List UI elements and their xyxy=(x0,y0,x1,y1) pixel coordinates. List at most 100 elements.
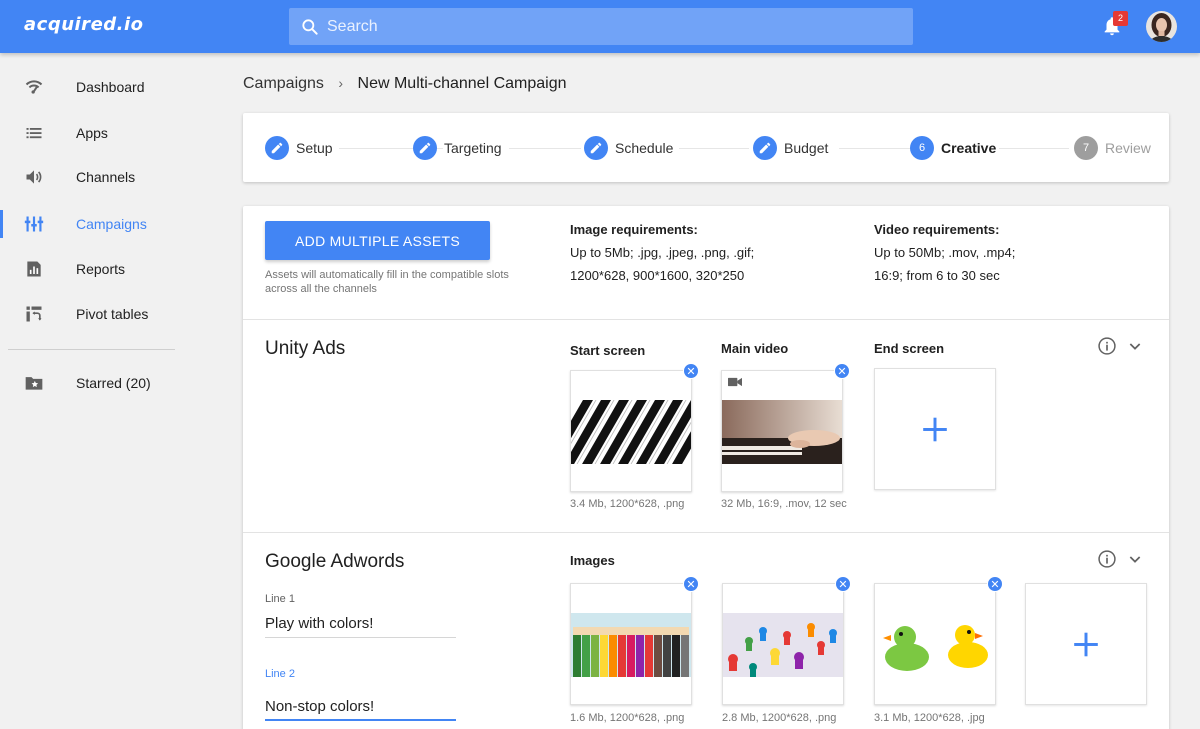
step-label: Budget xyxy=(784,140,829,156)
step-label: Schedule xyxy=(615,140,674,156)
stepper-connector xyxy=(999,148,1069,149)
starred-folder-icon xyxy=(25,377,43,390)
section-divider xyxy=(243,319,1169,320)
image-requirements-line: Up to 5Mb; .jpg, .jpeg, .png, .gif; xyxy=(570,245,755,260)
sidebar-item-label: Starred (20) xyxy=(76,375,151,391)
search-input[interactable] xyxy=(327,8,887,45)
video-requirements-line: 16:9; from 6 to 30 sec xyxy=(874,268,1000,283)
sidebar-item-label: Apps xyxy=(76,125,108,141)
game-pieces-thumbnail xyxy=(723,613,843,677)
sidebar: Dashboard Apps Channels Campaigns Report… xyxy=(0,53,205,729)
assets-hint: Assets will automatically fill in the co… xyxy=(265,269,509,295)
sidebar-item-channels[interactable]: Channels xyxy=(0,157,200,197)
reports-icon xyxy=(27,261,41,277)
plus-icon xyxy=(1074,632,1098,657)
creative-card: ADD MULTIPLE ASSETS Assets will automati… xyxy=(243,206,1169,729)
sidebar-item-label: Campaigns xyxy=(76,216,147,232)
breadcrumb: Campaigns › New Multi-channel Campaign xyxy=(243,75,567,93)
notification-badge: 2 xyxy=(1113,11,1128,26)
breadcrumb-parent-link[interactable]: Campaigns xyxy=(243,75,324,92)
add-end-screen-button[interactable] xyxy=(874,368,996,490)
piano-keys-thumbnail xyxy=(571,400,691,464)
google-adwords-title: Google Adwords xyxy=(265,551,405,572)
remove-asset-close-icon[interactable]: ✕ xyxy=(683,576,699,592)
asset-meta: 32 Mb, 16:9, .mov, 12 sec xyxy=(721,498,847,510)
chevron-down-icon[interactable] xyxy=(1127,551,1143,567)
search-bar[interactable] xyxy=(289,8,913,45)
user-avatar[interactable] xyxy=(1146,11,1177,42)
breadcrumb-chevron-icon: › xyxy=(338,75,344,91)
stepper-connector xyxy=(839,148,919,149)
add-multiple-assets-button[interactable]: ADD MULTIPLE ASSETS xyxy=(265,221,490,260)
line1-input[interactable] xyxy=(265,610,456,638)
edit-pencil-icon xyxy=(265,136,289,160)
info-icon[interactable] xyxy=(1097,336,1117,356)
sidebar-divider xyxy=(8,349,175,350)
step-label: Targeting xyxy=(444,140,502,156)
image-requirements-line: 1200*628, 900*1600, 320*250 xyxy=(570,268,745,283)
sidebar-item-starred[interactable]: Starred (20) xyxy=(0,363,200,403)
stepper-connector xyxy=(679,148,749,149)
asset-meta: 3.4 Mb, 1200*628, .png xyxy=(570,498,685,510)
video-requirements: Video requirements: Up to 50Mb; .mov, .m… xyxy=(874,218,1015,287)
remove-asset-close-icon[interactable]: ✕ xyxy=(683,363,699,379)
plus-icon xyxy=(923,417,947,442)
info-icon[interactable] xyxy=(1097,549,1117,569)
main-video-label: Main video xyxy=(721,341,789,356)
top-bar: acquired.io 2 xyxy=(0,0,1200,53)
campaigns-icon xyxy=(24,216,44,232)
chevron-down-icon[interactable] xyxy=(1127,338,1143,354)
image-requirements-title: Image requirements: xyxy=(570,222,698,237)
video-requirements-line: Up to 50Mb; .mov, .mp4; xyxy=(874,245,1016,260)
sidebar-item-label: Reports xyxy=(76,261,126,277)
asset-meta: 1.6 Mb, 1200*628, .png xyxy=(570,712,685,724)
unity-ads-title: Unity Ads xyxy=(265,338,346,359)
step-number: 6 xyxy=(910,136,934,160)
sidebar-item-label: Dashboard xyxy=(76,79,145,95)
sidebar-item-apps[interactable]: Apps xyxy=(0,113,200,153)
remove-asset-close-icon[interactable]: ✕ xyxy=(835,576,851,592)
asset-meta: 2.8 Mb, 1200*628, .png xyxy=(722,712,837,724)
add-image-button[interactable] xyxy=(1025,583,1147,705)
start-screen-asset[interactable]: ✕ xyxy=(570,363,699,492)
step-label: Creative xyxy=(941,140,997,156)
image-requirements: Image requirements: Up to 5Mb; .jpg, .jp… xyxy=(570,218,754,287)
asset-meta: 3.1 Mb, 1200*628, .jpg xyxy=(874,712,985,724)
end-screen-label: End screen xyxy=(874,341,945,356)
step-number: 7 xyxy=(1074,136,1098,160)
sidebar-item-campaigns[interactable]: Campaigns xyxy=(0,204,200,244)
main-video-asset[interactable]: ✕ xyxy=(721,363,850,492)
sidebar-item-label: Pivot tables xyxy=(76,306,149,322)
piano-hands-video-thumbnail xyxy=(722,400,842,464)
section-divider xyxy=(243,532,1169,533)
sidebar-item-label: Channels xyxy=(76,169,136,185)
search-icon xyxy=(302,19,318,35)
step-label: Setup xyxy=(296,140,333,156)
step-label: Review xyxy=(1105,140,1151,156)
remove-asset-close-icon[interactable]: ✕ xyxy=(987,576,1003,592)
edit-pencil-icon xyxy=(413,136,437,160)
image-asset[interactable]: ✕ xyxy=(722,576,851,705)
sidebar-item-reports[interactable]: Reports xyxy=(0,249,200,289)
dashboard-icon xyxy=(25,80,43,94)
list-icon xyxy=(26,128,42,139)
image-asset[interactable]: ✕ xyxy=(570,576,699,705)
stepper-connector xyxy=(509,148,581,149)
video-requirements-title: Video requirements: xyxy=(874,222,1000,237)
speaker-icon xyxy=(26,170,42,184)
start-screen-label: Start screen xyxy=(570,343,646,358)
remove-asset-close-icon[interactable]: ✕ xyxy=(834,363,850,379)
line1-label: Line 1 xyxy=(265,593,295,605)
sidebar-item-pivot-tables[interactable]: Pivot tables xyxy=(0,294,200,334)
edit-pencil-icon xyxy=(584,136,608,160)
edit-pencil-icon xyxy=(753,136,777,160)
campaign-stepper: Setup Targeting Schedule Budget 6 Creati… xyxy=(243,113,1169,182)
pivot-icon xyxy=(26,306,42,322)
colored-pencils-thumbnail xyxy=(571,613,691,677)
image-asset[interactable]: ✕ xyxy=(874,576,1003,705)
sidebar-item-dashboard[interactable]: Dashboard xyxy=(0,67,200,107)
line2-input[interactable] xyxy=(265,693,456,721)
breadcrumb-current: New Multi-channel Campaign xyxy=(357,75,567,92)
images-label: Images xyxy=(570,553,615,568)
app-logo[interactable]: acquired.io xyxy=(24,14,144,35)
